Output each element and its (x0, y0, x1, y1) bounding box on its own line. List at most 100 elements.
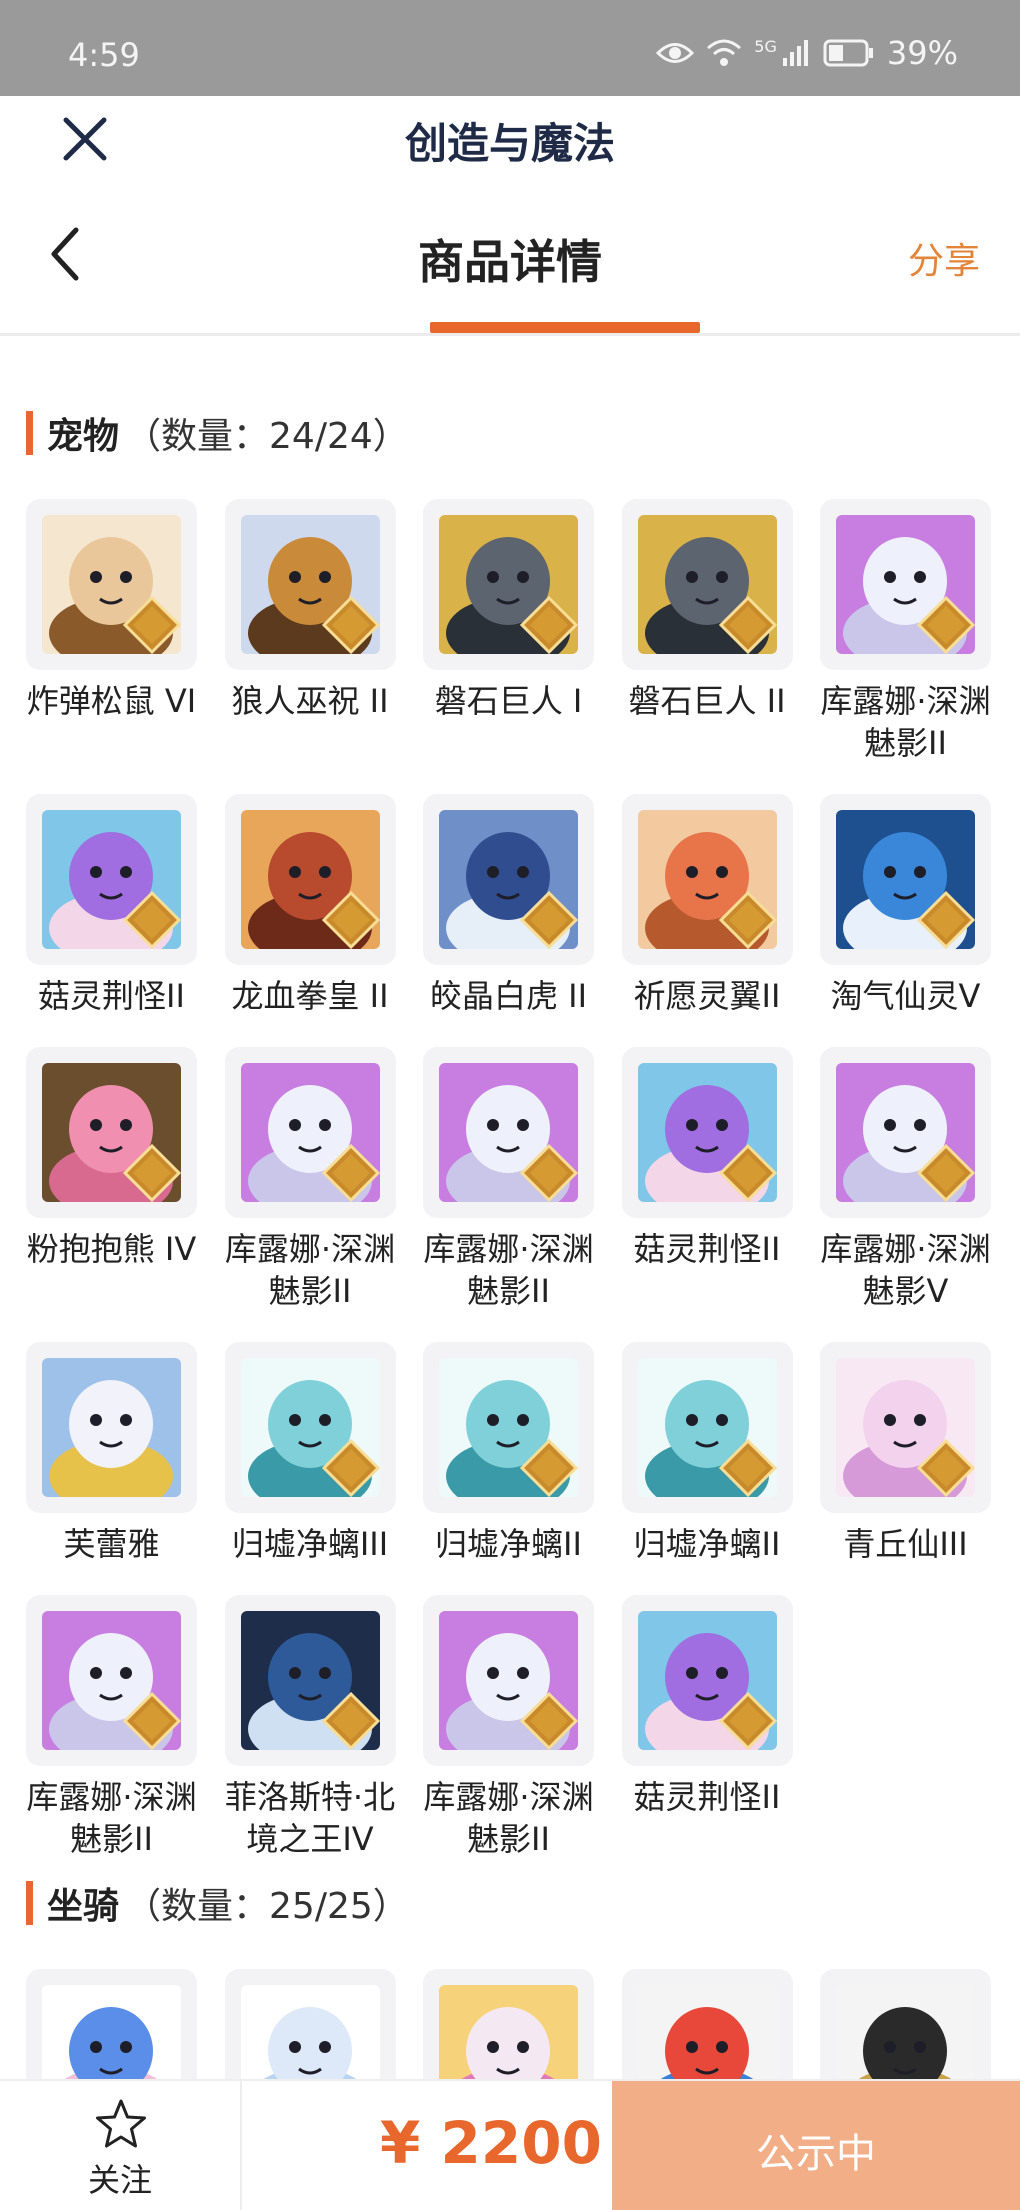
pets-item[interactable]: 菇灵荆怪II (621, 1047, 793, 1312)
nav-bar: 商品详情 分享 (0, 186, 1020, 336)
signal-icon (782, 40, 808, 66)
pets-item[interactable]: 归墟净螭II (423, 1342, 594, 1565)
star-icon (96, 2099, 146, 2148)
pets-item-tile (621, 794, 793, 965)
section-accent-bar (26, 1881, 33, 1925)
level-badge-icon (519, 890, 579, 950)
level-badge-icon (321, 1691, 380, 1751)
pets-grid: 炸弹松鼠 VI 狼人巫祝 II 磐石巨人 I 磐石巨人 II 库露娜·深渊魅影II 菇灵荆… (26, 499, 998, 1860)
mounts-grid (26, 1969, 998, 2079)
pets-item[interactable]: 皎晶白虎 II (423, 794, 594, 1017)
golden-beast-icon (836, 1985, 975, 2079)
pets-item-name: 淘气仙灵V (830, 977, 981, 1015)
pets-item-tile (224, 1595, 396, 1766)
level-badge-icon (321, 1438, 380, 1498)
pets-item-name: 磐石巨人 II (628, 682, 786, 720)
pets-item-tile (621, 499, 793, 670)
system-status-bar: 4:59 5G 39% (0, 0, 1020, 96)
level-badge-icon (519, 1691, 579, 1751)
level-badge-icon (122, 890, 182, 950)
mounts-item[interactable] (26, 1969, 197, 2079)
content-scroll-area[interactable]: 宠物 （数量：24/24） 炸弹松鼠 VI 狼人巫祝 II 磐石巨人 I 磐石巨人 I… (0, 339, 1020, 2079)
bird-mount-icon (637, 1985, 777, 2079)
cloud-icon (240, 1985, 380, 2079)
pets-item-tile (820, 1047, 991, 1218)
level-badge-icon (718, 1438, 777, 1498)
pets-item[interactable]: 库露娜·深渊魅影II (423, 1595, 594, 1860)
pets-item[interactable]: 库露娜·深渊魅影II (26, 1595, 197, 1860)
pets-item-tile (224, 794, 396, 965)
pets-item-tile (621, 1595, 793, 1766)
pets-item-name: 库露娜·深渊魅影II (423, 1230, 594, 1310)
pets-item-name: 库露娜·深渊魅影V (820, 1230, 991, 1310)
pets-item-name: 粉抱抱熊 IV (26, 1230, 197, 1268)
pets-item[interactable]: 磐石巨人 II (621, 499, 793, 764)
pets-item-tile (621, 1342, 793, 1513)
pets-item-tile (224, 1047, 396, 1218)
pets-item[interactable]: 归墟净螭III (224, 1342, 396, 1565)
pets-item-tile (26, 1047, 197, 1218)
pets-item[interactable]: 库露娜·深渊魅影II (820, 499, 991, 764)
level-badge-icon (321, 1143, 380, 1203)
mounts-item-tile (224, 1969, 396, 2079)
pets-item-tile (26, 794, 197, 965)
pets-item[interactable]: 菇灵荆怪II (26, 794, 197, 1017)
pets-item[interactable]: 库露娜·深渊魅影V (820, 1047, 991, 1312)
pets-item-tile (423, 1595, 594, 1766)
skateboard-icon (42, 1985, 181, 2079)
app-title-bar: 创造与魔法 (0, 96, 1020, 186)
pets-item[interactable]: 粉抱抱熊 IV (26, 1047, 197, 1312)
pets-item-name: 菲洛斯特·北境之王IV (224, 1778, 396, 1858)
level-badge-icon (519, 595, 579, 655)
level-badge-icon (718, 1691, 777, 1751)
pets-item[interactable]: 归墟净螭II (621, 1342, 793, 1565)
network-type: 5G (754, 36, 777, 56)
pets-item[interactable]: 菲洛斯特·北境之王IV (224, 1595, 396, 1860)
mounts-item[interactable] (224, 1969, 396, 2079)
pets-item[interactable]: 磐石巨人 I (423, 499, 594, 764)
level-badge-icon (122, 1143, 182, 1203)
pets-item[interactable]: 狼人巫祝 II (224, 499, 396, 764)
pets-item-name: 库露娜·深渊魅影II (224, 1230, 396, 1310)
level-badge-icon (718, 595, 777, 655)
pets-item[interactable]: 龙血拳皇 II (224, 794, 396, 1017)
mounts-section-header: 坐骑 （数量：25/25） (26, 1879, 409, 1927)
battery-percent: 39% (886, 34, 958, 72)
pets-item[interactable]: 库露娜·深渊魅影II (423, 1047, 594, 1312)
pets-item[interactable]: 芙蕾雅 (26, 1342, 197, 1565)
product-detail-page: 4:59 5G 39% 创造与魔法 商品详情 分享 宠物 （数量：24/24） (0, 0, 1020, 2210)
pets-item[interactable]: 库露娜·深渊魅影II (224, 1047, 396, 1312)
pets-item-name: 狼人巫祝 II (231, 682, 389, 720)
level-badge-icon (321, 890, 380, 950)
pets-item-name: 库露娜·深渊魅影II (820, 682, 991, 762)
mounts-section-title: 坐骑 (47, 1886, 120, 1927)
pets-item-tile (423, 1342, 594, 1513)
pets-item[interactable]: 炸弹松鼠 VI (26, 499, 197, 764)
mounts-item-tile (820, 1969, 991, 2079)
level-badge-icon (122, 595, 182, 655)
pets-item-tile (224, 499, 396, 670)
pets-item-name: 皎晶白虎 II (429, 977, 588, 1015)
publicity-status-button[interactable]: 公示中 (612, 2081, 1020, 2210)
level-badge-icon (916, 890, 976, 950)
pets-item-tile (26, 499, 197, 670)
pets-item-tile (26, 1595, 197, 1766)
pets-item[interactable]: 菇灵荆怪II (621, 1595, 793, 1860)
level-badge-icon (519, 1143, 579, 1203)
page-title: 商品详情 (418, 235, 602, 289)
mounts-item[interactable] (820, 1969, 991, 2079)
pets-item-tile (820, 1342, 991, 1513)
level-badge-icon (916, 595, 976, 655)
follow-button[interactable]: 关注 (0, 2081, 242, 2210)
pets-item[interactable]: 淘气仙灵V (820, 794, 991, 1017)
level-badge-icon (916, 1143, 976, 1203)
mounts-item[interactable] (621, 1969, 793, 2079)
pets-item[interactable]: 祈愿灵翼II (621, 794, 793, 1017)
pets-item-name: 芙蕾雅 (63, 1525, 160, 1563)
status-icons: 5G 39% (656, 34, 958, 72)
mounts-item-tile (621, 1969, 793, 2079)
mounts-item[interactable] (423, 1969, 594, 2079)
pets-item-name: 菇灵荆怪II (633, 1230, 781, 1268)
share-button[interactable]: 分享 (908, 232, 980, 284)
pets-item[interactable]: 青丘仙III (820, 1342, 991, 1565)
